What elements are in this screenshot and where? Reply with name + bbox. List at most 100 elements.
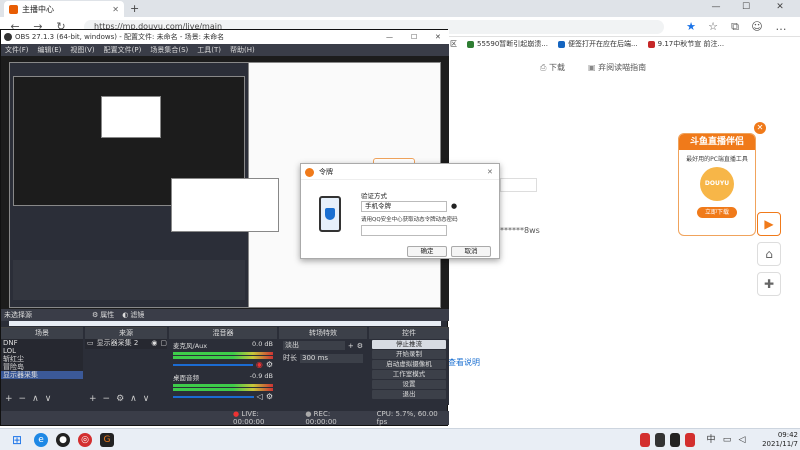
profile-icon[interactable]: ☺	[750, 20, 764, 34]
tray-icon[interactable]	[655, 433, 665, 447]
gamepad-side-button[interactable]: ✚	[757, 272, 781, 296]
ad-card[interactable]: 斗鱼直播伴侣 最好用的PC端直播工具 DOUYU 立即下载	[678, 133, 756, 236]
remove-icon[interactable]: −	[103, 394, 111, 404]
bookmark-icon	[467, 40, 474, 48]
collections-icon[interactable]: ⧉	[728, 20, 742, 34]
bookmark-item[interactable]: 9.17中秋节宣 前注...	[647, 39, 724, 49]
remove-icon[interactable]: −	[19, 394, 27, 404]
source-item[interactable]: ▭ 显示器采集 2 ◉ ▢	[85, 339, 167, 347]
add-icon[interactable]: +	[89, 394, 97, 404]
menu-scene-collection[interactable]: 场景集合(S)	[150, 45, 188, 55]
settings-button[interactable]: 设置	[372, 380, 446, 389]
page-input[interactable]	[500, 178, 537, 192]
settings-icon[interactable]: ⚙	[266, 360, 273, 369]
transition-select[interactable]: 淡出	[283, 341, 345, 350]
new-tab-icon[interactable]: +	[130, 2, 139, 15]
obs-minimize-icon[interactable]: —	[386, 30, 393, 44]
live-side-button[interactable]: ▶	[757, 212, 781, 236]
netease-music-icon[interactable]: ◎	[78, 433, 92, 447]
start-recording-button[interactable]: 开始录制	[372, 350, 446, 359]
menu-file[interactable]: 文件(F)	[5, 45, 29, 55]
down-icon[interactable]: ∨	[45, 394, 52, 404]
up-icon[interactable]: ∧	[32, 394, 39, 404]
home-side-button[interactable]: ⌂	[757, 242, 781, 266]
scene-item[interactable]: 斩红尘	[1, 355, 83, 363]
obs-taskbar-icon[interactable]: ●	[56, 433, 70, 447]
bookmark-item[interactable]: 便签打开在应在后端...	[557, 39, 638, 49]
browser-tab[interactable]: 主播中心 ✕	[4, 1, 124, 17]
scene-item[interactable]: DNF	[1, 339, 83, 347]
volume-slider[interactable]	[173, 363, 253, 366]
obs-close-icon[interactable]: ✕	[435, 30, 441, 44]
guide-link[interactable]: ▣ 弃阅读喵指南	[588, 62, 646, 73]
settings-icon[interactable]: ⚙	[116, 394, 124, 404]
cancel-button[interactable]: 取消	[451, 246, 491, 257]
close-window-icon[interactable]: ✕	[770, 2, 790, 14]
ime-indicator[interactable]: 中	[704, 433, 718, 447]
edge-icon[interactable]: e	[34, 433, 48, 447]
ad-download-button[interactable]: 立即下载	[697, 207, 737, 218]
lock-icon[interactable]: ▢	[160, 339, 167, 347]
douyu-app-icon[interactable]: G	[100, 433, 114, 447]
menu-edit[interactable]: 编辑(E)	[38, 45, 62, 55]
ad-subtitle: 最好用的PC端直播工具	[686, 156, 748, 163]
more-menu-icon[interactable]: …	[774, 20, 788, 34]
clock[interactable]: 09:42 2021/11/7	[754, 431, 798, 449]
help-link[interactable]: 查看说明	[448, 357, 480, 368]
extensions-icon[interactable]: ☆	[706, 20, 720, 34]
ad-close-icon[interactable]: ✕	[754, 122, 766, 134]
ok-button[interactable]: 确定	[407, 246, 447, 257]
volume-icon[interactable]: ◁	[735, 433, 749, 447]
menu-view[interactable]: 视图(V)	[70, 45, 94, 55]
properties-button[interactable]: 属性	[100, 310, 114, 320]
studio-mode-button[interactable]: 工作室模式	[372, 370, 446, 379]
up-icon[interactable]: ∧	[130, 394, 137, 404]
bookmark-item[interactable]: 55590暂断引起崩溃...	[467, 39, 548, 49]
eye-icon[interactable]: ◉	[151, 339, 157, 347]
add-icon[interactable]: +	[348, 342, 354, 350]
exit-button[interactable]: 退出	[372, 390, 446, 399]
muted-speaker-icon[interactable]: ◉	[256, 360, 263, 369]
obs-maximize-icon[interactable]: ☐	[411, 30, 417, 44]
tray-icon[interactable]	[670, 433, 680, 447]
scenes-dock: 场景 DNF LOL 斩红尘 冒险岛 显示器采集 + − ∧ ∨	[1, 327, 83, 405]
maximize-icon[interactable]: ☐	[736, 2, 756, 14]
windows-start-icon[interactable]: ⊞	[10, 433, 24, 447]
down-icon[interactable]: ∨	[143, 394, 150, 404]
verify-method-select[interactable]: 手机令牌	[361, 201, 447, 212]
network-icon[interactable]: ▭	[720, 433, 734, 447]
scene-item-selected[interactable]: 显示器采集	[1, 371, 83, 379]
settings-icon[interactable]: ⚙	[266, 392, 273, 401]
bookmark-item[interactable]: 区	[450, 39, 457, 49]
rec-timer: ● REC: 00:00:00	[305, 410, 337, 426]
live-timer: ● LIVE: 00:00:00	[233, 410, 265, 426]
menu-tools[interactable]: 工具(T)	[197, 45, 221, 55]
menu-profile[interactable]: 配置文件(P)	[104, 45, 142, 55]
captured-docks	[13, 260, 245, 300]
menu-help[interactable]: 帮助(H)	[230, 45, 255, 55]
token-hint: 请用QQ安全中心获取动态令牌动态密码	[361, 217, 458, 223]
phone-shield-icon	[319, 196, 341, 232]
mixer-channel: 桌面音频 -0.9 dB	[173, 372, 273, 382]
star-icon[interactable]: ★	[684, 20, 698, 34]
volume-slider[interactable]	[173, 395, 254, 398]
verify-method-label: 验证方式	[361, 192, 387, 200]
virtual-camera-button[interactable]: 启动虚拟摄像机	[372, 360, 446, 369]
tray-icon[interactable]	[685, 433, 695, 447]
duration-label: 时长	[283, 354, 297, 362]
taskbar: ⊞ e ● ◎ G 中 ▭ ◁ 09:42 2021/11/7	[0, 428, 800, 450]
minimize-icon[interactable]: —	[706, 2, 726, 14]
duration-input[interactable]: 300 ms	[300, 353, 363, 363]
scene-item[interactable]: 冒险岛	[1, 363, 83, 371]
settings-icon[interactable]: ⚙	[357, 342, 363, 350]
filters-button[interactable]: 滤镜	[130, 310, 144, 320]
add-icon[interactable]: +	[5, 394, 13, 404]
stop-streaming-button[interactable]: 停止推流	[372, 340, 446, 349]
speaker-icon[interactable]: ◁	[257, 392, 263, 401]
close-tab-icon[interactable]: ✕	[112, 5, 119, 14]
download-link[interactable]: ⎙ 下载	[540, 62, 565, 73]
tray-icon[interactable]	[640, 433, 650, 447]
dialog-close-icon[interactable]: ✕	[487, 164, 493, 180]
scene-item[interactable]: LOL	[1, 347, 83, 355]
token-input[interactable]	[361, 225, 447, 236]
